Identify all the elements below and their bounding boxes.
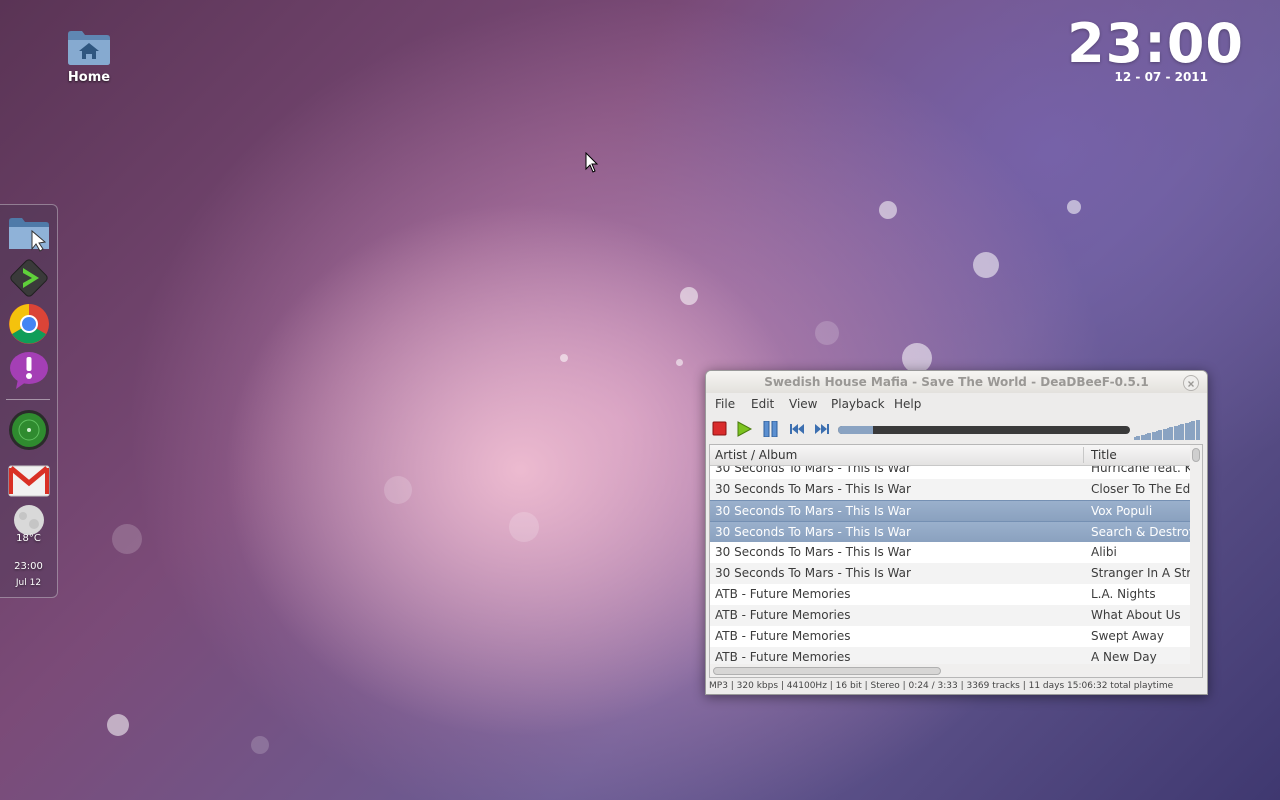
menu-file[interactable]: File [715, 397, 735, 411]
row-artist-album: 30 Seconds To Mars - This Is War [715, 525, 911, 539]
previous-icon [790, 424, 804, 434]
bokeh-dot [815, 321, 839, 345]
playlist-row[interactable]: 30 Seconds To Mars - This Is War Search &… [710, 521, 1190, 542]
row-title: Stranger In A Stran [1091, 566, 1190, 580]
playlist-row[interactable]: 30 Seconds To Mars - This Is War Closer T… [710, 479, 1190, 500]
pause-button[interactable] [762, 420, 780, 438]
window-title: Swedish House Mafia - Save The World - D… [764, 375, 1149, 389]
seek-bar[interactable] [838, 426, 1130, 434]
clock-time: 23:00 [1067, 12, 1244, 75]
stop-button[interactable] [711, 421, 729, 437]
playlist-row[interactable]: 30 Seconds To Mars - This Is War Hurrican… [710, 466, 1190, 479]
home-icon-label: Home [67, 70, 111, 85]
horizontal-scrollbar[interactable] [710, 664, 1190, 677]
previous-button[interactable] [788, 421, 806, 437]
row-title: Closer To The Edge [1091, 482, 1190, 496]
window-close-button[interactable] [1183, 375, 1199, 391]
column-artist-album[interactable]: Artist / Album [715, 448, 797, 462]
dock-date: Jul 12 [15, 578, 42, 588]
playlist-row[interactable]: ATB - Future Memories What About Us [710, 605, 1190, 626]
bokeh-dot [902, 343, 932, 373]
bokeh-dot [1067, 200, 1081, 214]
bokeh-dot [879, 201, 897, 219]
close-icon [1188, 381, 1194, 387]
playlist-row[interactable]: 30 Seconds To Mars - This Is War Stranger… [710, 563, 1190, 584]
playlist-rows: 30 Seconds To Mars - This Is War Hurrican… [710, 466, 1190, 664]
bokeh-dot [384, 476, 412, 504]
row-artist-album: ATB - Future Memories [715, 629, 851, 643]
radar-icon[interactable] [8, 409, 50, 451]
playlist-row[interactable]: ATB - Future Memories A New Day [710, 647, 1190, 664]
bokeh-dot [112, 524, 142, 554]
row-artist-album: 30 Seconds To Mars - This Is War [715, 566, 911, 580]
vertical-scrollbar[interactable] [1190, 445, 1202, 677]
bokeh-dot [251, 736, 269, 754]
row-title: Hurricane feat. Ka [1091, 466, 1190, 475]
volume-bar[interactable] [1134, 418, 1202, 440]
window-titlebar[interactable]: Swedish House Mafia - Save The World - D… [706, 371, 1207, 393]
home-folder-icon [66, 28, 112, 66]
menu-edit[interactable]: Edit [751, 397, 774, 411]
side-dock: 18°C 23:00 Jul 12 [0, 204, 58, 598]
dock-time: 23:00 [14, 561, 43, 572]
playlist[interactable]: Artist / Album Title 30 Seconds To Mars … [709, 444, 1203, 678]
next-icon [815, 424, 829, 434]
row-artist-album: ATB - Future Memories [715, 587, 851, 601]
row-title: What About Us [1091, 608, 1181, 622]
horizontal-scroll-thumb[interactable] [713, 667, 941, 675]
desktop-home-icon[interactable]: Home [62, 28, 116, 85]
playlist-row[interactable]: ATB - Future Memories Swept Away [710, 626, 1190, 647]
stop-icon [712, 421, 727, 436]
next-button[interactable] [813, 421, 831, 437]
desktop-clock: 23:00 12 - 07 - 2011 [1067, 12, 1244, 85]
bokeh-dot [973, 252, 999, 278]
status-bar: MP3 | 320 kbps | 44100Hz | 16 bit | Ster… [706, 678, 1207, 694]
weather-moon-icon[interactable] [8, 503, 50, 537]
menu-playback[interactable]: Playback [831, 397, 885, 411]
menu-bar: File Edit View Playback Help [706, 393, 1207, 415]
row-title: Alibi [1091, 545, 1117, 559]
status-text: MP3 | 320 kbps | 44100Hz | 16 bit | Ster… [709, 681, 1174, 691]
row-artist-album: 30 Seconds To Mars - This Is War [715, 504, 911, 518]
weather-temperature: 18°C [16, 533, 41, 544]
media-player-icon[interactable] [8, 257, 50, 299]
playlist-header: Artist / Album Title [710, 445, 1190, 466]
playlist-row[interactable]: ATB - Future Memories L.A. Nights [710, 584, 1190, 605]
dock-separator [6, 399, 50, 400]
player-toolbar [706, 415, 1207, 443]
column-title[interactable]: Title [1091, 448, 1117, 462]
row-artist-album: ATB - Future Memories [715, 650, 851, 664]
bokeh-dot [509, 512, 539, 542]
bokeh-dot [676, 359, 683, 366]
row-title: L.A. Nights [1091, 587, 1156, 601]
column-divider [1083, 447, 1084, 463]
mouse-cursor-icon [585, 151, 599, 178]
row-artist-album: 30 Seconds To Mars - This Is War [715, 545, 911, 559]
chrome-icon[interactable] [8, 303, 50, 345]
row-artist-album: 30 Seconds To Mars - This Is War [715, 482, 911, 496]
play-icon [737, 421, 753, 437]
row-title: Swept Away [1091, 629, 1164, 643]
vertical-scroll-thumb[interactable] [1192, 448, 1200, 462]
seek-progress [838, 426, 874, 434]
row-artist-album: ATB - Future Memories [715, 608, 851, 622]
playlist-row[interactable]: 30 Seconds To Mars - This Is War Alibi [710, 542, 1190, 563]
file-manager-icon[interactable] [8, 213, 50, 255]
play-button[interactable] [735, 421, 753, 437]
bokeh-dot [680, 287, 698, 305]
notification-icon[interactable] [8, 349, 50, 391]
row-title: Search & Destroy [1091, 525, 1190, 539]
volume-level-bar [1197, 419, 1200, 440]
bokeh-dot [560, 354, 568, 362]
menu-help[interactable]: Help [894, 397, 921, 411]
player-window: Swedish House Mafia - Save The World - D… [705, 370, 1208, 695]
row-title: Vox Populi [1091, 504, 1153, 518]
menu-view[interactable]: View [789, 397, 817, 411]
pause-icon [763, 420, 778, 438]
gmail-icon[interactable] [8, 459, 50, 501]
playlist-row[interactable]: 30 Seconds To Mars - This Is War Vox Popu… [710, 500, 1190, 521]
row-title: A New Day [1091, 650, 1157, 664]
bokeh-dot [107, 714, 129, 736]
row-artist-album: 30 Seconds To Mars - This Is War [715, 466, 911, 475]
